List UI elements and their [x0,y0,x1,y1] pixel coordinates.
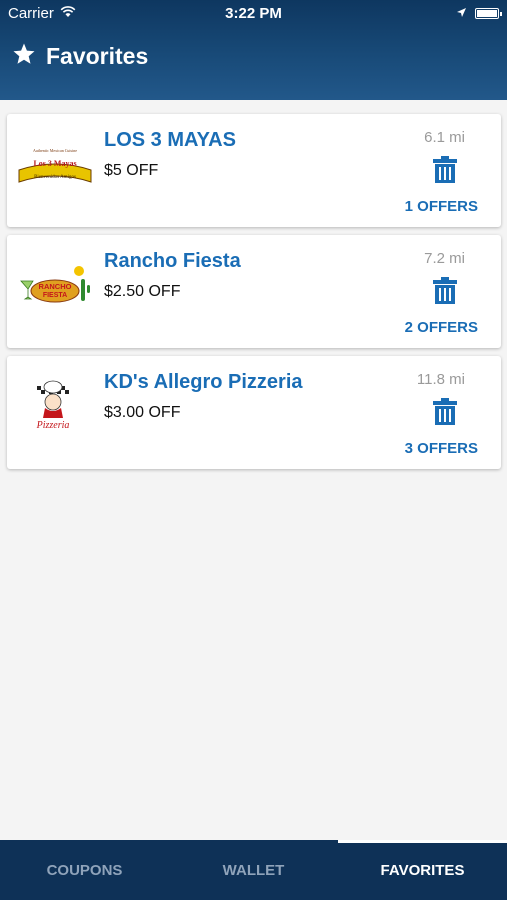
page-title-row: Favorites [12,42,148,70]
battery-icon [475,8,502,19]
tab-coupons[interactable]: COUPONS [0,840,169,900]
favorite-card[interactable]: RANCHO FIESTA Rancho Fiesta $2.50 OFF 7.… [7,235,501,348]
trash-icon[interactable] [433,277,457,305]
tab-wallet[interactable]: WALLET [169,840,338,900]
offer-text: $2.50 OFF [104,283,181,300]
trash-icon[interactable] [433,398,457,426]
svg-text:RANCHO: RANCHO [39,282,72,291]
svg-text:Pizzeria: Pizzeria [36,420,70,431]
status-bar: Carrier 3:22 PM [0,0,507,28]
tab-favorites[interactable]: FAVORITES [338,840,507,900]
svg-text:FIESTA: FIESTA [43,292,67,299]
svg-text:Bienvenidos Amigos: Bienvenidos Amigos [34,175,76,180]
tab-bar: COUPONS WALLET FAVORITES [0,840,507,900]
favorites-list: Authentic Mexican Cuisine Los 3 Mayas Bi… [7,114,501,477]
distance-label: 6.1 mi [424,129,465,146]
favorite-card[interactable]: Authentic Mexican Cuisine Los 3 Mayas Bi… [7,114,501,227]
location-arrow-icon [456,5,467,22]
favorite-card[interactable]: Pizzeria KD's Allegro Pizzeria $3.00 OFF… [7,356,501,469]
trash-icon[interactable] [433,156,457,184]
status-right [456,5,502,22]
offers-count-link[interactable]: 2 OFFERS [405,319,478,336]
offer-text: $5 OFF [104,162,159,179]
restaurant-logo-rancho-fiesta: RANCHO FIESTA [15,257,95,317]
svg-text:Authentic Mexican Cuisine: Authentic Mexican Cuisine [33,148,77,153]
svg-text:Los 3 Mayas: Los 3 Mayas [33,159,76,168]
restaurant-logo-kds-allegro-pizzeria: Pizzeria [15,378,95,438]
star-icon [12,42,36,70]
restaurant-name[interactable]: KD's Allegro Pizzeria [104,371,303,394]
status-time: 3:22 PM [225,5,282,22]
offers-count-link[interactable]: 1 OFFERS [405,198,478,215]
distance-label: 11.8 mi [416,371,465,388]
restaurant-name[interactable]: Rancho Fiesta [104,250,241,273]
header: Carrier 3:22 PM Favorites [0,0,507,100]
restaurant-name[interactable]: LOS 3 MAYAS [104,129,236,152]
offer-text: $3.00 OFF [104,404,181,421]
distance-label: 7.2 mi [424,250,465,267]
page-title: Favorites [46,42,149,69]
restaurant-logo-los-3-mayas: Authentic Mexican Cuisine Los 3 Mayas Bi… [15,136,95,196]
offers-count-link[interactable]: 3 OFFERS [405,440,478,457]
